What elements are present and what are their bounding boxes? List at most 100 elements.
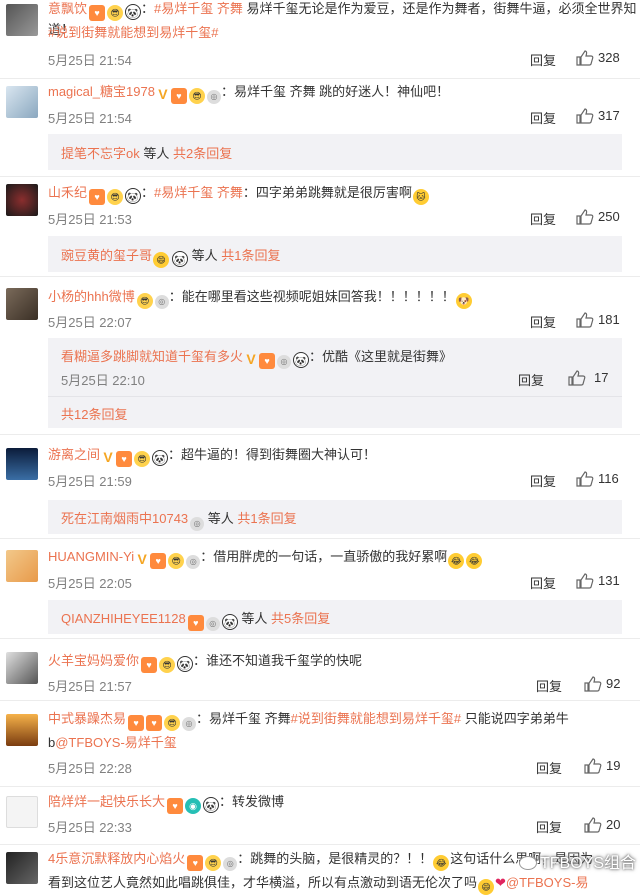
comment-item: 火羊宝妈妈爱你 ♥ 😎 🐼 ：谁还不知道我千玺学的快呢 5月25日 21:57 回复 9… <box>0 638 640 700</box>
thumbs-up-icon[interactable] <box>576 471 594 487</box>
comment-line: 4乐意沉默释放内心焰火♥😎◎：跳舞的头脑，是很精灵的？！！😂这句话什么思啊，是因… <box>48 850 593 871</box>
commenter-name[interactable]: 山禾纪 <box>48 185 87 200</box>
reply-user[interactable]: 豌豆黄的玺子哥 <box>61 248 152 263</box>
sunglasses-icon: 😎 <box>205 855 222 871</box>
comment-text: ：易烊千玺 齐舞 <box>196 711 291 726</box>
commenter-name[interactable]: magical_糖宝1978 <box>48 84 155 99</box>
sunglasses-icon: 😎 <box>134 451 151 467</box>
medal-icon: ◎ <box>186 555 201 569</box>
commenter-name[interactable]: 陪烊烊一起快乐长大 <box>48 794 165 809</box>
topic-link[interactable]: #说到街舞就能想到易烊千玺# <box>291 711 461 726</box>
panda-icon: 🐼 <box>203 797 220 813</box>
comment-line: 中式暴躁杰易 ♥ ♥ 😎 ◎ ：易烊千玺 齐舞#说到街舞就能想到易烊千玺# 只能说四字弟弟… <box>48 710 569 731</box>
thumbs-up-icon[interactable] <box>568 370 586 386</box>
panda-icon: 🐼 <box>125 188 142 204</box>
avatar[interactable] <box>6 652 38 684</box>
comment-line-2: 看到这位艺人竟然如此唱跳俱佳，才华横溢，所以有点激动到语无伦次了吗 😄 ❤@TFBO… <box>48 874 588 895</box>
reply-text: ：优酷《这里就是街舞》 <box>309 349 453 364</box>
inner-reply-button[interactable]: 回复 <box>518 370 544 389</box>
reply-button[interactable]: 回复 <box>530 108 556 127</box>
more-replies-link[interactable]: 共5条回复 <box>271 611 330 626</box>
reply-user[interactable]: 看糊逼多跳脚就知道千玺有多火 <box>61 349 243 364</box>
reply-button[interactable]: 回复 <box>530 573 556 592</box>
comment-time: 5月25日 21:54 <box>48 53 132 68</box>
verified-v-icon: V <box>103 449 113 465</box>
reply-button[interactable]: 回复 <box>530 50 556 69</box>
avatar[interactable] <box>6 4 38 36</box>
more-replies-text[interactable]: 共12条回复 <box>61 407 127 422</box>
avatar[interactable] <box>6 86 38 118</box>
comment-time: 5月25日 22:28 <box>48 761 132 776</box>
comment-text: ：超牛逼的！得到街舞圈大神认可！ <box>168 447 377 462</box>
avatar[interactable] <box>6 184 38 216</box>
comment-text: 只能说四字弟弟牛 <box>464 711 569 726</box>
mention-link[interactable]: @TFBOYS-易烊千玺 <box>55 735 177 750</box>
panda-icon: 🐼 <box>293 352 310 368</box>
thumbs-up-icon[interactable] <box>576 573 594 589</box>
comment-line: 陪烊烊一起快乐长大 ♥ ◉ 🐼 ：转发微博 <box>48 793 284 814</box>
sunglasses-icon: 😎 <box>136 293 153 309</box>
commenter-name[interactable]: HUANGMIN-Yi <box>48 549 134 564</box>
avatar[interactable] <box>6 714 38 746</box>
fan-badge-icon: ♥ <box>259 353 276 369</box>
reply-button[interactable]: 回复 <box>530 209 556 228</box>
topic-link[interactable]: #易烊千玺 齐舞 <box>154 185 243 200</box>
laugh-emoji-icon: 😄 <box>478 879 495 895</box>
avatar[interactable] <box>6 288 38 320</box>
reply-summary[interactable]: 豌豆黄的玺子哥 😄 🐼 等人 共1条回复 <box>48 236 622 272</box>
thumbs-up-icon[interactable] <box>576 312 594 328</box>
thumbs-up-icon[interactable] <box>584 758 602 774</box>
commenter-name[interactable]: 意飘饮 <box>48 1 87 16</box>
reply-summary[interactable]: 死在江南烟雨中10743 ◎ 等人 共1条回复 <box>48 500 622 534</box>
reply-button[interactable]: 回复 <box>536 676 562 695</box>
avatar[interactable] <box>6 852 38 884</box>
more-replies-link[interactable]: 共2条回复 <box>173 146 232 161</box>
reply-user[interactable]: 死在江南烟雨中10743 <box>61 511 188 526</box>
panda-icon: 🐼 <box>152 450 169 466</box>
mention-link[interactable]: @TFBOYS-易 <box>506 875 589 890</box>
comment-text: ：转发微博 <box>219 794 285 809</box>
commenter-name[interactable]: 中式暴躁杰易 <box>48 711 126 726</box>
comment-line: 火羊宝妈妈爱你 ♥ 😎 🐼 ：谁还不知道我千玺学的快呢 <box>48 652 362 673</box>
thumbs-up-icon[interactable] <box>584 817 602 833</box>
more-replies-link[interactable]: 共12条回复 <box>61 404 127 423</box>
reply-button[interactable]: 回复 <box>536 758 562 777</box>
comment-text: ：能在哪里看这些视频呢姐妹回答我！！！！！！ <box>168 289 455 304</box>
reply-summary[interactable]: QIANZHIHEYEE1128 ♥ ◎ 🐼 等人 共5条回复 <box>48 600 622 634</box>
thumbs-up-icon[interactable] <box>576 209 594 225</box>
reply-summary[interactable]: 提笔不忘字ok 等人 共2条回复 <box>48 134 622 170</box>
sunglasses-icon: 😎 <box>188 88 205 104</box>
more-replies-link[interactable]: 共1条回复 <box>221 248 280 263</box>
topic-link[interactable]: #易烊千玺 齐舞 <box>154 1 243 16</box>
sunglasses-icon: 😎 <box>107 189 124 205</box>
fan-badge-icon: ♥ <box>187 615 204 631</box>
laugh-emoji-icon: 😄 <box>153 252 170 268</box>
camera-icon: ◉ <box>185 798 202 814</box>
more-replies-link[interactable]: 共1条回复 <box>237 511 296 526</box>
fan-badge-icon: ♥ <box>116 451 133 467</box>
commenter-name[interactable]: 4乐意沉默释放内心焰火 <box>48 851 185 866</box>
reply-deng: 等人 <box>241 611 268 626</box>
reply-user[interactable]: QIANZHIHEYEE1128 <box>61 611 186 626</box>
medal-icon: ◎ <box>277 355 292 369</box>
reply-button[interactable]: 回复 <box>530 471 556 490</box>
reply-button[interactable]: 回复 <box>536 817 562 836</box>
topic-link[interactable]: #说到街舞就能想到易烊千玺# <box>48 25 218 40</box>
avatar[interactable] <box>6 550 38 582</box>
fan-badge-icon: ♥ <box>146 715 163 731</box>
avatar[interactable] <box>6 796 38 828</box>
thumbs-up-icon[interactable] <box>576 50 594 66</box>
reply-user[interactable]: 提笔不忘字ok <box>61 146 140 161</box>
commenter-name[interactable]: 游离之间 <box>48 447 100 462</box>
sunglasses-icon: 😎 <box>168 553 185 569</box>
thumbs-up-icon[interactable] <box>584 676 602 692</box>
comment-time: 5月25日 22:07 <box>48 315 132 330</box>
fan-badge-icon: ♥ <box>89 5 106 21</box>
laugh-cry-emoji-icon: 😂 <box>466 553 483 569</box>
commenter-name[interactable]: 火羊宝妈妈爱你 <box>48 653 139 668</box>
commenter-name[interactable]: 小杨的hhh微博 <box>48 289 135 304</box>
thumbs-up-icon[interactable] <box>576 108 594 124</box>
fan-badge-icon: ♥ <box>89 189 106 205</box>
avatar[interactable] <box>6 448 38 480</box>
reply-button[interactable]: 回复 <box>530 312 556 331</box>
